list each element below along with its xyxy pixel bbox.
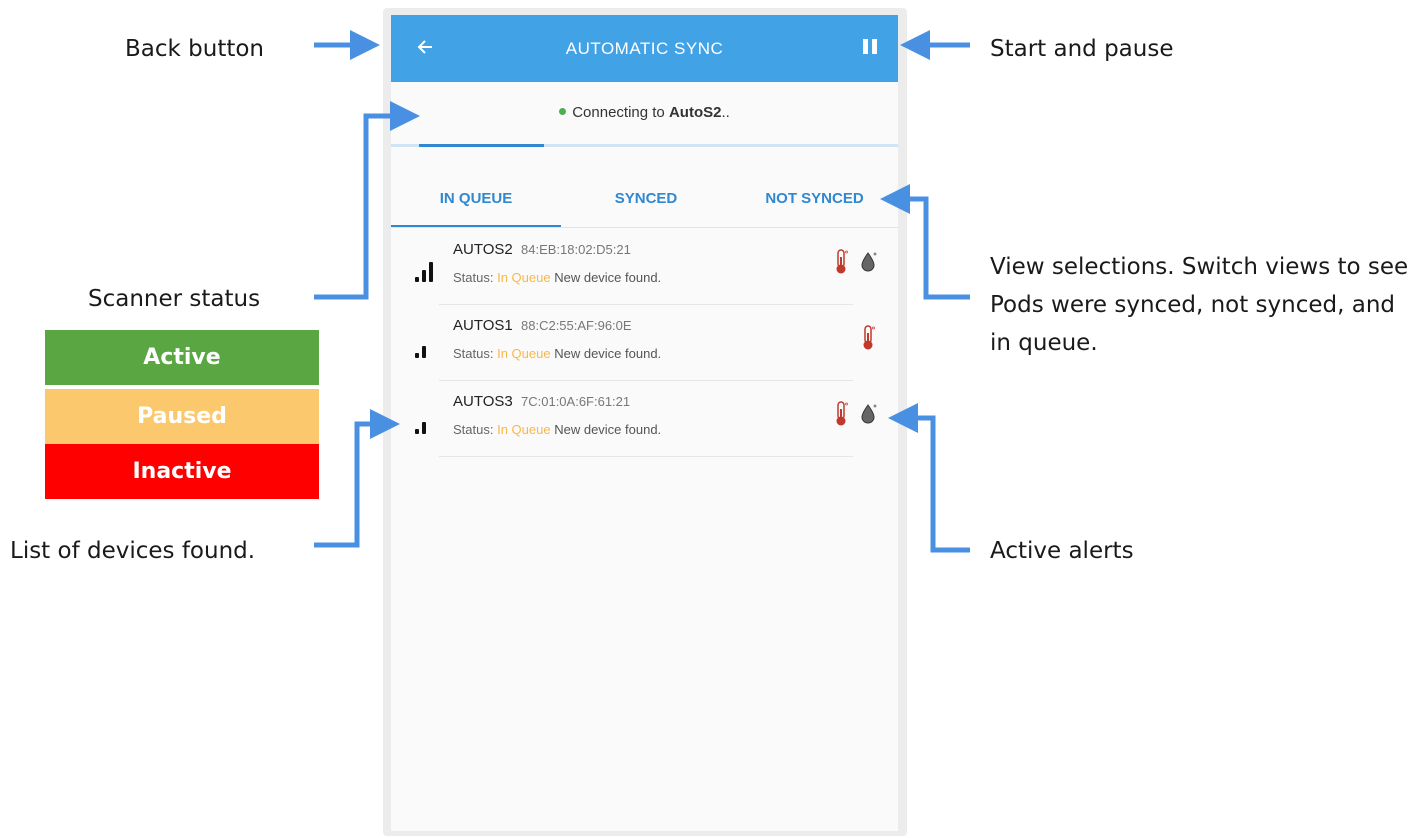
arrow-view-selections	[880, 184, 970, 300]
arrow-scanner-status	[314, 101, 420, 300]
arrow-active-alerts	[888, 403, 970, 553]
callout-arrows	[314, 30, 970, 553]
arrow-list-devices	[314, 409, 400, 548]
